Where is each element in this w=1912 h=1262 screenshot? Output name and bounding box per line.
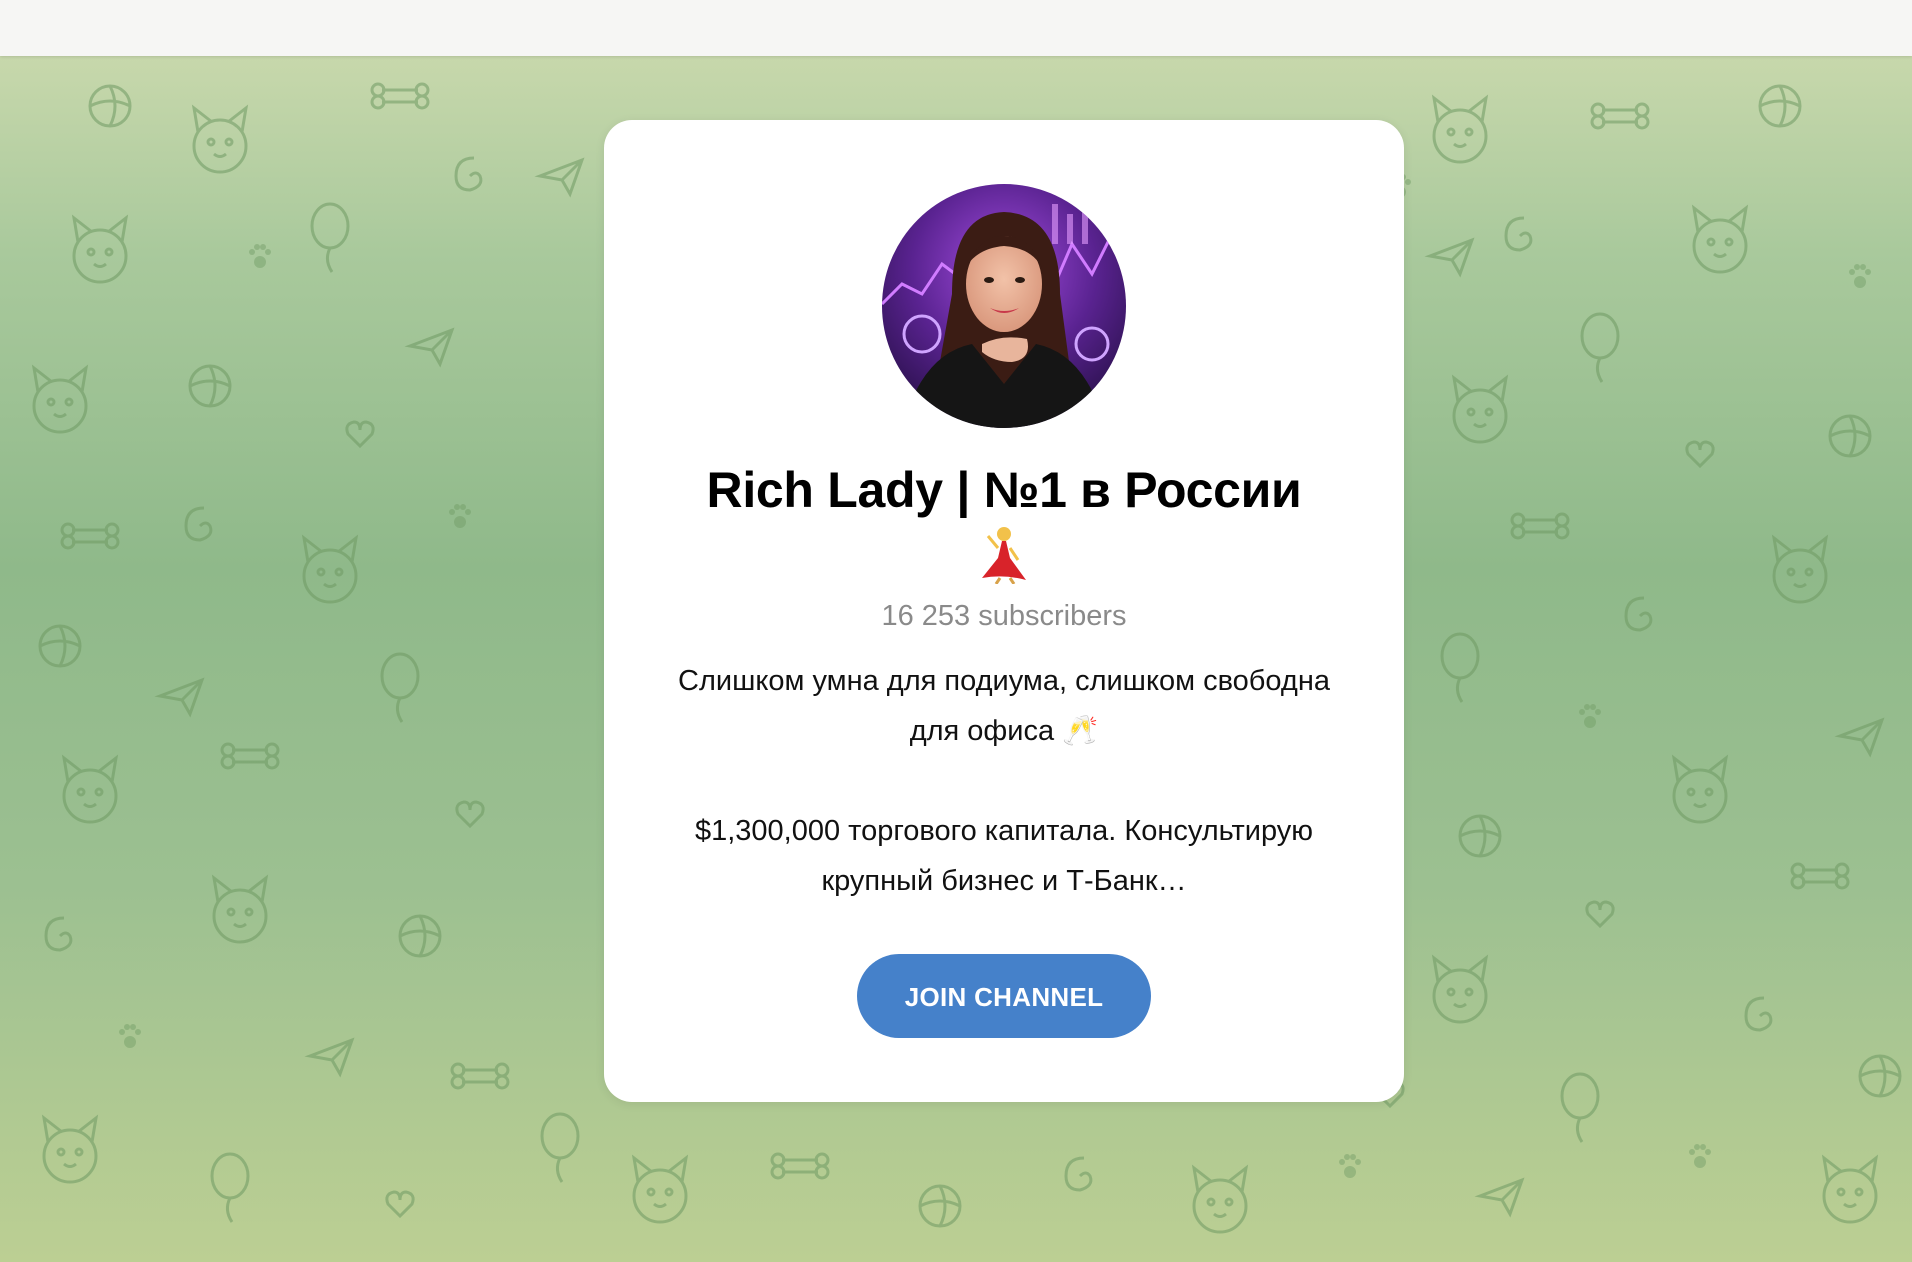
description-line: $1,300,000 торгового капитала. Консульти… xyxy=(694,815,1314,847)
subscriber-count: 16 253 subscribers xyxy=(881,600,1127,632)
description-line: для офиса 🥂 xyxy=(909,715,1099,747)
avatar-photo xyxy=(882,184,1126,428)
telegram-channel-preview-page: Rich Lady | №1 в России 16 253 subscribe… xyxy=(0,0,1912,1262)
channel-title: Rich Lady | №1 в России xyxy=(706,462,1302,518)
top-bar xyxy=(0,0,1912,56)
channel-description: Слишком умна для подиума, слишком свобод… xyxy=(634,656,1374,756)
description-line: Слишком умна для подиума, слишком свобод… xyxy=(678,665,1330,697)
join-channel-button[interactable]: JOIN CHANNEL xyxy=(857,954,1151,1038)
dancer-emoji-icon xyxy=(604,524,1404,585)
description-line: крупный бизнес и Т-Банк… xyxy=(821,865,1187,897)
channel-description-second-paragraph: $1,300,000 торгового капитала. Консульти… xyxy=(634,806,1374,906)
channel-avatar xyxy=(882,184,1126,428)
channel-card: Rich Lady | №1 в России 16 253 subscribe… xyxy=(604,120,1404,1102)
